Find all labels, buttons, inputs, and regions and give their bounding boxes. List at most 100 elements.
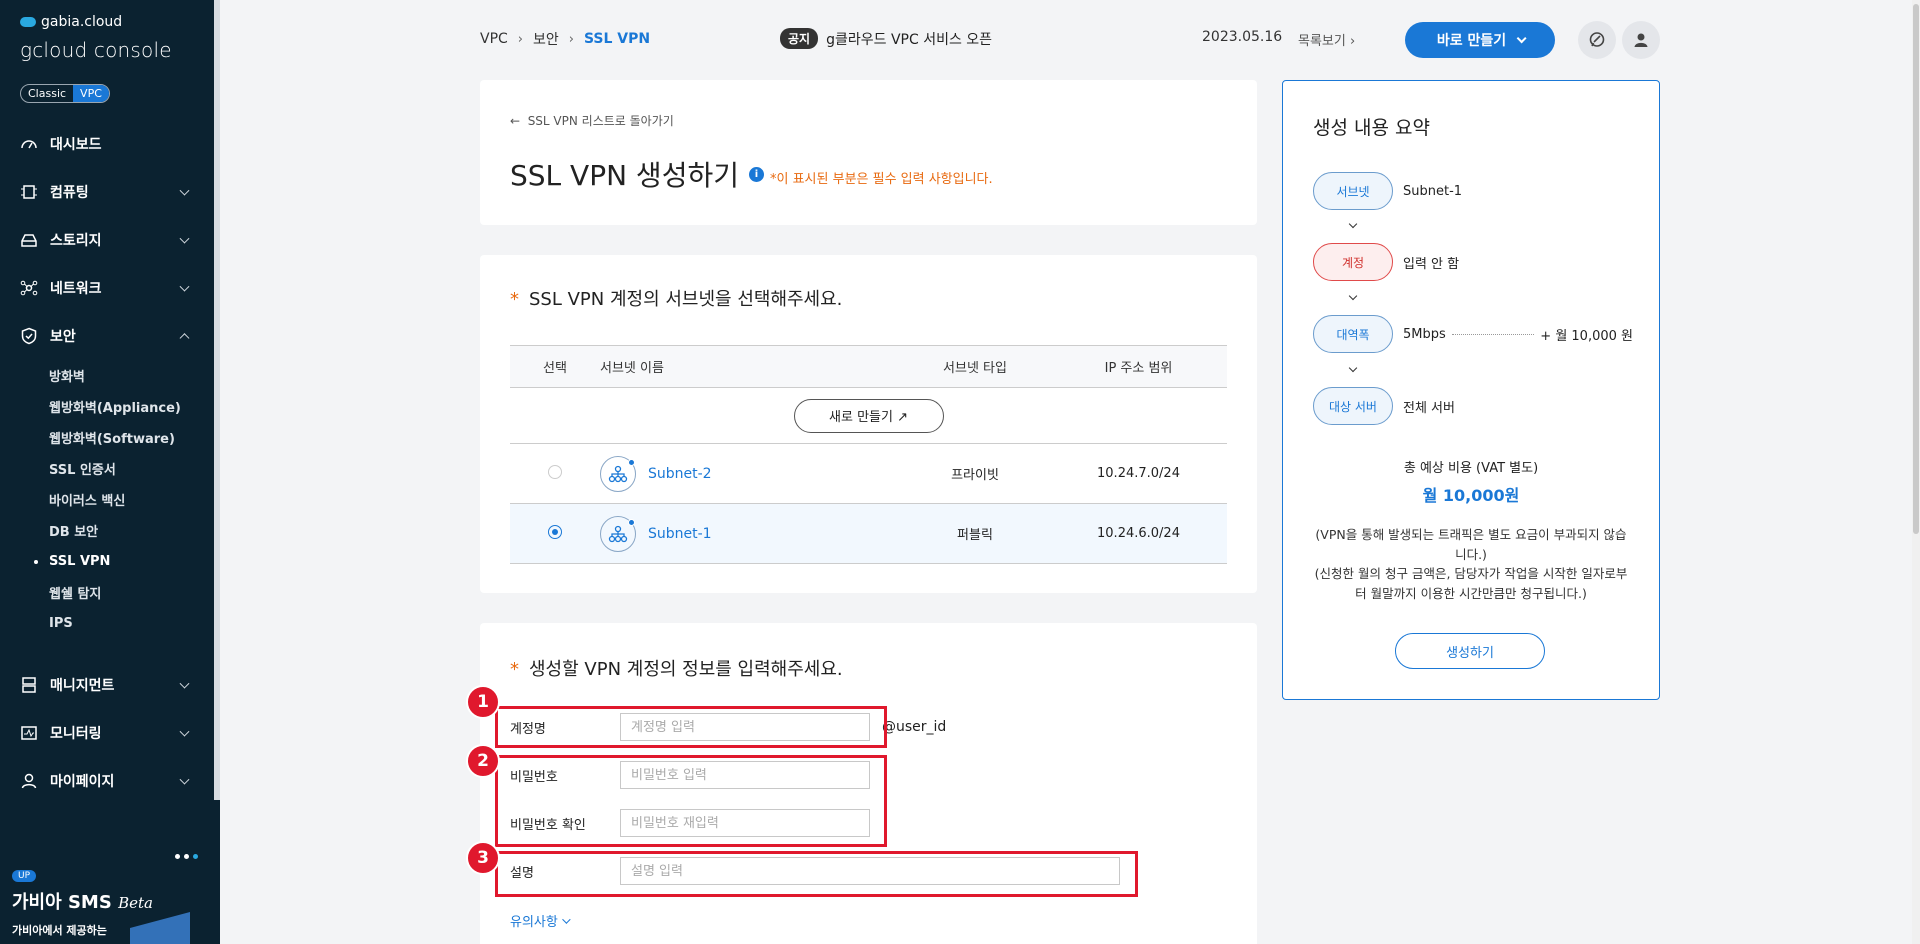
chevron-down-icon xyxy=(562,914,571,924)
col-name: 서브넷 이름 xyxy=(600,345,900,388)
chat-button[interactable] xyxy=(1578,21,1616,59)
breadcrumb-security[interactable]: 보안 xyxy=(533,29,559,49)
summary-panel: 생성 내용 요약 서브넷 Subnet-1 계정 입력 안 함 대역폭 5Mbp… xyxy=(1282,80,1660,700)
up-badge: UP xyxy=(12,870,37,882)
create-button[interactable]: 생성하기 xyxy=(1395,633,1545,669)
total-cost-amount: 월 10,000원 xyxy=(1422,486,1520,505)
breadcrumb-vpc[interactable]: VPC xyxy=(480,31,508,47)
menu-item-computing[interactable]: 컴퓨팅 xyxy=(0,168,214,216)
step-value: 5Mbps xyxy=(1403,326,1446,342)
table-row[interactable]: Subnet-2 프라이빗 10.24.7.0/24 xyxy=(510,443,1227,504)
brand-logo[interactable]: gabia.cloud xyxy=(20,14,122,30)
menu-item-monitoring[interactable]: 모니터링 xyxy=(0,709,214,757)
step-value: Subnet-1 xyxy=(1403,183,1463,199)
menu-label: 마이페이지 xyxy=(50,774,115,790)
menu-item-security[interactable]: 보안 xyxy=(0,312,214,360)
submenu-item-firewall[interactable]: 방화벽 xyxy=(49,360,214,391)
chevron-down-icon xyxy=(1348,219,1358,229)
user-icon xyxy=(20,772,38,790)
submenu-item-webshell[interactable]: 웹쉘 탐지 xyxy=(49,577,214,608)
menu-item-dashboard[interactable]: 대시보드 xyxy=(0,120,214,168)
menu-label: 스토리지 xyxy=(50,233,102,249)
subnet-radio-selected[interactable] xyxy=(548,524,562,539)
required-note: *이 표시된 부분은 필수 입력 사항입니다. xyxy=(770,172,993,187)
subnet-name[interactable]: Subnet-1 xyxy=(600,515,900,552)
col-type: 서브넷 타입 xyxy=(900,345,1050,388)
summary-step-bandwidth: 대역폭 5Mbps + 월 10,000 원 xyxy=(1313,315,1633,353)
subnet-radio[interactable] xyxy=(548,464,562,479)
account-card: *생성할 VPN 계정의 정보를 입력해주세요. 계정명 @user_id 비밀… xyxy=(466,623,1257,944)
submenu-item-ssl-cert[interactable]: SSL 인증서 xyxy=(49,453,214,484)
management-icon xyxy=(20,676,38,694)
notice-list-link[interactable]: 목록보기 › xyxy=(1298,30,1355,49)
subnet-name[interactable]: Subnet-2 xyxy=(600,455,900,492)
menu-label: 대시보드 xyxy=(50,137,102,153)
brand-title[interactable]: gcloud console xyxy=(20,38,172,62)
user-icon xyxy=(1634,33,1648,47)
menu-label: 보안 xyxy=(50,329,76,345)
step-badge-1: 1 xyxy=(466,685,500,719)
info-icon[interactable]: i xyxy=(748,166,764,182)
dashboard-icon xyxy=(20,135,38,153)
summary-step-account: 계정 입력 안 함 xyxy=(1313,243,1633,281)
submenu-item-db-security[interactable]: DB 보안 xyxy=(49,515,214,546)
menu-label: 모니터링 xyxy=(50,726,102,742)
mode-toggle[interactable]: Classic VPC xyxy=(20,84,110,103)
menu-item-storage[interactable]: 스토리지 xyxy=(0,216,214,264)
page-scrollbar[interactable] xyxy=(1912,0,1920,944)
step-value: 입력 안 함 xyxy=(1403,256,1460,272)
breadcrumb-current: SSL VPN xyxy=(583,31,651,47)
notice-tag: 공지 xyxy=(780,28,819,49)
summary-title: 생성 내용 요약 xyxy=(1313,117,1430,139)
subnet-type: 프라이빗 xyxy=(900,443,1050,504)
cpu-icon xyxy=(20,183,38,201)
quick-create-button[interactable]: 바로 만들기 xyxy=(1405,22,1555,58)
submenu-item-ips[interactable]: IPS xyxy=(49,608,214,639)
breadcrumb-separator-icon: › xyxy=(568,31,574,47)
header-card: ← SSL VPN 리스트로 돌아가기 SSL VPN 생성하기 i *이 표시… xyxy=(480,80,1257,225)
step-price: + 월 10,000 원 xyxy=(1540,328,1633,344)
submenu-item-waf-software[interactable]: 웹방화벽(Software) xyxy=(49,422,214,453)
fine-print: (VPN을 통해 발생되는 트래픽은 별도 요금이 부과되지 않습니다.) (신… xyxy=(1314,527,1628,601)
network-icon xyxy=(20,279,38,297)
account-section-title: * 생성할 VPN 계정의 정보를 입력해주세요. xyxy=(510,659,843,680)
step-badge-3: 3 xyxy=(466,841,500,875)
submenu-item-waf-appliance[interactable]: 웹방화벽(Appliance) xyxy=(49,391,214,422)
notice-text[interactable]: g클라우드 VPC 서비스 오픈 xyxy=(826,29,992,49)
cloud-logo-icon xyxy=(20,17,36,27)
subnet-range: 10.24.6.0/24 xyxy=(1050,503,1227,564)
sms-promo-banner[interactable]: UP 가비아 SMS Beta 가비아에서 제공하는 xyxy=(0,840,214,944)
menu-item-management[interactable]: 매니지먼트 xyxy=(0,661,214,709)
chevron-down-icon xyxy=(179,678,190,689)
storage-icon xyxy=(20,231,38,249)
menu-item-mypage[interactable]: 마이페이지 xyxy=(0,757,214,805)
chevron-down-icon xyxy=(1516,32,1527,43)
promo-subtitle: 가비아에서 제공하는 xyxy=(12,924,107,937)
step-pill-target: 대상 서버 xyxy=(1313,387,1393,425)
total-cost-label: 총 예상 비용 (VAT 별도) xyxy=(1403,461,1539,476)
mode-classic-button[interactable]: Classic xyxy=(21,85,73,102)
caution-toggle[interactable]: 유의사항 xyxy=(510,911,571,930)
back-link[interactable]: ← SSL VPN 리스트로 돌아가기 xyxy=(510,112,674,129)
submenu-item-ssl-vpn[interactable]: SSL VPN xyxy=(34,546,214,577)
menu-item-network[interactable]: 네트워크 xyxy=(0,264,214,312)
mode-vpc-button[interactable]: VPC xyxy=(73,85,109,102)
nav-menu: 대시보드 컴퓨팅 스토리지 네트워크 보안 방화벽 웹방화벽(Appliance… xyxy=(0,120,214,805)
breadcrumb-separator-icon: › xyxy=(517,31,523,47)
submenu-item-antivirus[interactable]: 바이러스 백신 xyxy=(49,484,214,515)
step-pill-account: 계정 xyxy=(1313,243,1393,281)
highlight-box-2 xyxy=(495,755,887,847)
table-row-new: 새로 만들기 ↗ xyxy=(510,387,1227,444)
chevron-down-icon xyxy=(1348,363,1358,373)
summary-step-subnet: 서브넷 Subnet-1 xyxy=(1313,172,1633,210)
menu-label: 매니지먼트 xyxy=(50,678,115,694)
notice-banner[interactable]: 공지 g클라우드 VPC 서비스 오픈 xyxy=(780,28,992,49)
profile-button[interactable] xyxy=(1622,21,1660,59)
table-row-selected[interactable]: Subnet-1 퍼블릭 10.24.6.0/24 xyxy=(510,503,1227,564)
subnet-icon xyxy=(600,515,636,552)
chevron-down-icon xyxy=(179,233,190,244)
new-subnet-button[interactable]: 새로 만들기 ↗ xyxy=(793,398,944,433)
carousel-dots-icon[interactable] xyxy=(175,854,198,859)
brand-top-text: gabia.cloud xyxy=(41,14,123,30)
subnet-section-title: * SSL VPN 계정의 서브넷을 선택해주세요. xyxy=(510,289,843,310)
